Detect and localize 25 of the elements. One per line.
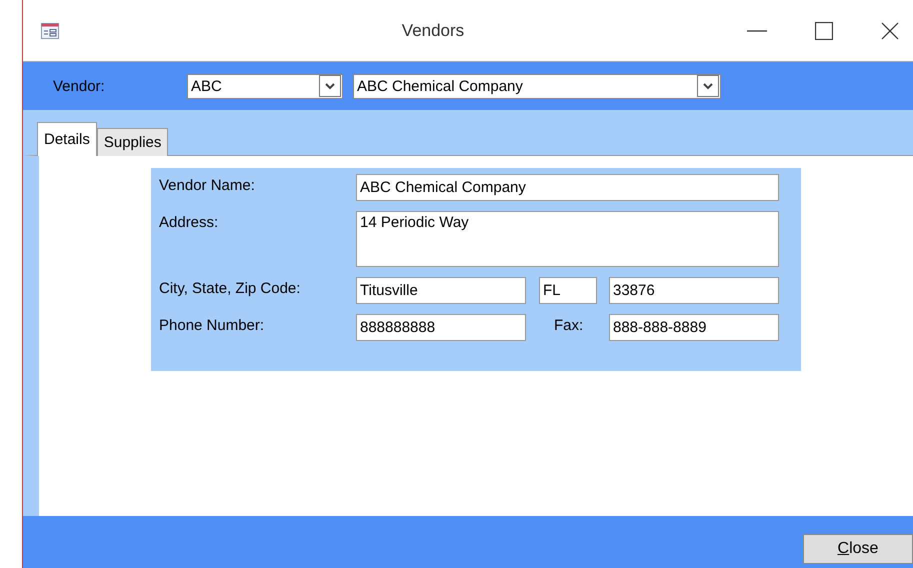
phone-field[interactable]: 888888888 bbox=[356, 314, 526, 341]
vendor-name-field[interactable]: ABC Chemical Company bbox=[356, 174, 779, 201]
vendor-name-combo[interactable]: ABC Chemical Company bbox=[353, 74, 721, 98]
field-label: Address: bbox=[159, 213, 220, 231]
tab[interactable]: Supplies bbox=[96, 128, 168, 156]
tab[interactable]: Details bbox=[37, 122, 97, 156]
window-title: Vendors bbox=[400, 20, 466, 40]
vendor-label: Vendor: bbox=[53, 78, 106, 94]
field-label: Fax: bbox=[553, 316, 584, 334]
dropdown-icon[interactable] bbox=[697, 75, 719, 97]
maximize-icon[interactable] bbox=[815, 22, 833, 40]
address-field[interactable]: 14 Periodic Way bbox=[356, 211, 779, 267]
field-label: Vendor Name: bbox=[159, 176, 256, 194]
vendor-code-combo[interactable]: ABC bbox=[187, 74, 343, 98]
minimize-icon[interactable] bbox=[747, 30, 767, 32]
state-field[interactable]: FL bbox=[539, 277, 597, 304]
zip-field[interactable]: 33876 bbox=[609, 277, 779, 304]
field-label: Phone Number: bbox=[159, 316, 266, 334]
form-icon bbox=[41, 22, 59, 38]
fax-field[interactable]: 888-888-8889 bbox=[609, 314, 779, 341]
city-field[interactable]: Titusville bbox=[356, 277, 526, 304]
close-button[interactable]: Close bbox=[803, 534, 913, 564]
dropdown-icon[interactable] bbox=[319, 75, 341, 97]
close-icon[interactable] bbox=[881, 22, 899, 40]
field-label: City, State, Zip Code: bbox=[159, 279, 302, 297]
